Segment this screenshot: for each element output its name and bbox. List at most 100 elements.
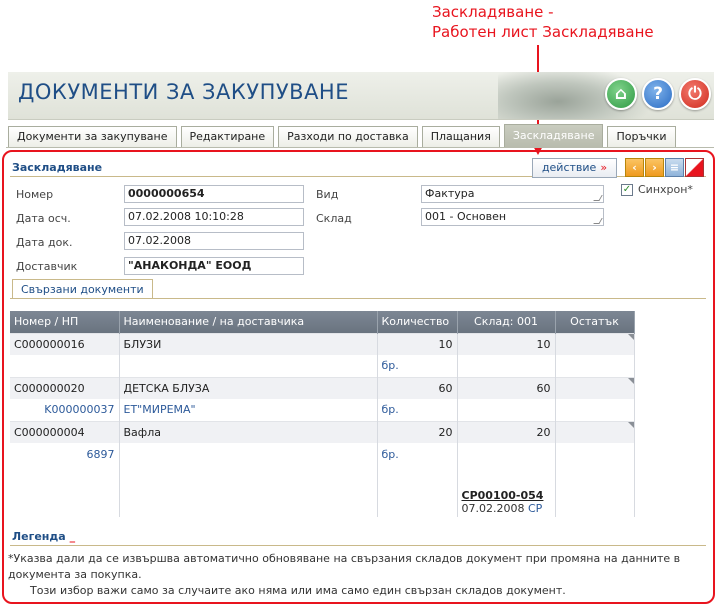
row-remaining xyxy=(555,376,635,399)
main-tabs: Документи за закупуване Редактиране Разх… xyxy=(8,124,680,148)
col-header-remaining[interactable]: Остатък xyxy=(555,311,635,333)
table-subrow: 6897 бр. xyxy=(10,443,635,465)
power-icon[interactable]: ⏻ xyxy=(679,78,711,110)
next-icon[interactable]: › xyxy=(645,158,664,177)
legend-note-1: *Указва дали да се извършва автоматично … xyxy=(8,552,681,581)
section-title: Заскладяване xyxy=(12,161,103,174)
date-label: Дата осч. xyxy=(16,212,71,225)
col-header-name[interactable]: Наименование / на доставчика xyxy=(119,311,378,333)
legend-title-text: Легенда xyxy=(12,530,66,543)
type-label: Вид xyxy=(316,188,339,201)
supplier-field[interactable]: "АНАКОНДА" ЕООД xyxy=(124,257,304,275)
row-empty xyxy=(555,443,635,465)
row-empty xyxy=(377,465,458,517)
legend-text: *Указва дали да се извършва автоматично … xyxy=(8,551,708,599)
list-view-icon[interactable]: ≡ xyxy=(665,158,684,177)
row-supplier-name xyxy=(119,443,378,465)
tab-edit[interactable]: Редактиране xyxy=(180,126,275,148)
annotation-line1: Заскладяване - xyxy=(432,3,554,21)
row-supplier-code[interactable] xyxy=(10,355,120,377)
col-header-quantity[interactable]: Количество xyxy=(377,311,458,333)
row-empty xyxy=(555,465,635,517)
type-select[interactable]: Фактура xyxy=(421,185,604,203)
doc-date-label: Дата док. xyxy=(16,236,73,249)
number-field[interactable]: 0000000654 xyxy=(124,185,304,203)
number-label: Номер xyxy=(16,188,54,201)
row-supplier-name: ЕТ"МИРЕМА" xyxy=(119,399,378,421)
row-empty xyxy=(555,399,635,421)
tab-warehousing[interactable]: Заскладяване xyxy=(503,124,604,148)
doc-date-field[interactable]: 07.02.2008 xyxy=(124,232,304,250)
double-chevron-icon: » xyxy=(600,161,608,174)
annotation-line2: Работен лист Заскладяване xyxy=(432,23,654,41)
row-name: Вафла xyxy=(119,420,378,443)
table-subrow: K000000037 ЕТ"МИРЕМА" бр. xyxy=(10,399,635,421)
legend-note-2: Този избор важи само за случаите ако ням… xyxy=(30,584,566,597)
table-footer-row: CP00100-054 07.02.2008 CP xyxy=(10,465,635,517)
row-name: БЛУЗИ xyxy=(119,332,378,355)
col-header-number[interactable]: Номер / НП xyxy=(10,311,120,333)
row-remaining xyxy=(555,332,635,355)
stock-document-type: CP xyxy=(527,502,543,515)
stock-document-cell: CP00100-054 07.02.2008 CP xyxy=(457,465,556,517)
table-subrow: бр. xyxy=(10,355,635,377)
legend-marker: _ xyxy=(69,530,76,543)
tab-linked-documents[interactable]: Свързани документи xyxy=(12,279,153,299)
annotation-callout: Заскладяване - Работен лист Заскладяване xyxy=(432,2,654,42)
corner-marker-icon xyxy=(627,333,634,340)
row-supplier-code[interactable]: 6897 xyxy=(10,443,120,465)
warehouse-label: Склад xyxy=(316,212,352,225)
type-value: Фактура xyxy=(425,187,475,200)
row-warehouse-qty[interactable]: 60 xyxy=(457,376,556,399)
table-header-row: Номер / НП Наименование / на доставчика … xyxy=(10,311,635,333)
help-icon[interactable]: ? xyxy=(642,78,674,110)
row-empty xyxy=(119,465,378,517)
action-button[interactable]: действие» xyxy=(532,158,617,178)
edit-mode-icon[interactable] xyxy=(685,158,704,177)
resize-grip-icon xyxy=(593,195,603,201)
tabs-divider xyxy=(6,147,714,148)
subtab-divider xyxy=(10,298,706,299)
table-row[interactable]: C000000016 БЛУЗИ 10 10 xyxy=(10,332,635,355)
tab-orders[interactable]: Поръчки xyxy=(607,126,676,148)
legend-divider xyxy=(10,545,706,546)
row-empty xyxy=(10,465,120,517)
resize-grip-icon xyxy=(593,218,603,224)
stock-document-link[interactable]: CP00100-054 xyxy=(462,489,551,502)
sync-checkbox[interactable]: ✓ xyxy=(621,184,633,196)
app-header: ДОКУМЕНТИ ЗА ЗАКУПУВАНЕ ⌂ ? ⏻ xyxy=(8,72,714,120)
previous-icon[interactable]: ‹ xyxy=(625,158,644,177)
supplier-label: Доставчик xyxy=(16,260,78,273)
row-quantity[interactable]: 60 xyxy=(377,376,458,399)
row-quantity[interactable]: 10 xyxy=(377,332,458,355)
table-row[interactable]: C000000004 Вафла 20 20 xyxy=(10,420,635,443)
tab-delivery-costs[interactable]: Разходи по доставка xyxy=(278,126,418,148)
row-code: C000000016 xyxy=(10,332,120,355)
row-code: C000000020 xyxy=(10,376,120,399)
row-code: C000000004 xyxy=(10,420,120,443)
col-header-warehouse[interactable]: Склад: 001 xyxy=(457,311,556,333)
legend-title: Легенда _ xyxy=(12,530,75,543)
linked-documents-table: Номер / НП Наименование / на доставчика … xyxy=(10,311,635,517)
table-row[interactable]: C000000020 ДЕТСКА БЛУЗА 60 60 xyxy=(10,376,635,399)
stock-document-date: 07.02.2008 xyxy=(461,502,525,515)
row-unit: бр. xyxy=(377,355,458,377)
row-unit: бр. xyxy=(377,443,458,465)
row-warehouse-qty[interactable]: 20 xyxy=(457,420,556,443)
tab-purchase-documents[interactable]: Документи за закупуване xyxy=(8,126,177,148)
row-remaining xyxy=(555,420,635,443)
stock-document-info: 07.02.2008 CP xyxy=(462,502,551,515)
row-warehouse-qty[interactable]: 10 xyxy=(457,332,556,355)
home-icon[interactable]: ⌂ xyxy=(605,78,637,110)
corner-marker-icon xyxy=(627,421,634,428)
date-field[interactable]: 07.02.2008 10:10:28 xyxy=(124,208,304,226)
row-quantity[interactable]: 20 xyxy=(377,420,458,443)
row-empty xyxy=(457,399,556,421)
tab-payments[interactable]: Плащания xyxy=(421,126,500,148)
page-title: ДОКУМЕНТИ ЗА ЗАКУПУВАНЕ xyxy=(18,80,349,104)
row-supplier-code[interactable]: K000000037 xyxy=(10,399,120,421)
row-unit: бр. xyxy=(377,399,458,421)
action-button-label: действие xyxy=(541,161,597,174)
warehouse-select[interactable]: 001 - Основен xyxy=(421,208,604,226)
row-supplier-name xyxy=(119,355,378,377)
